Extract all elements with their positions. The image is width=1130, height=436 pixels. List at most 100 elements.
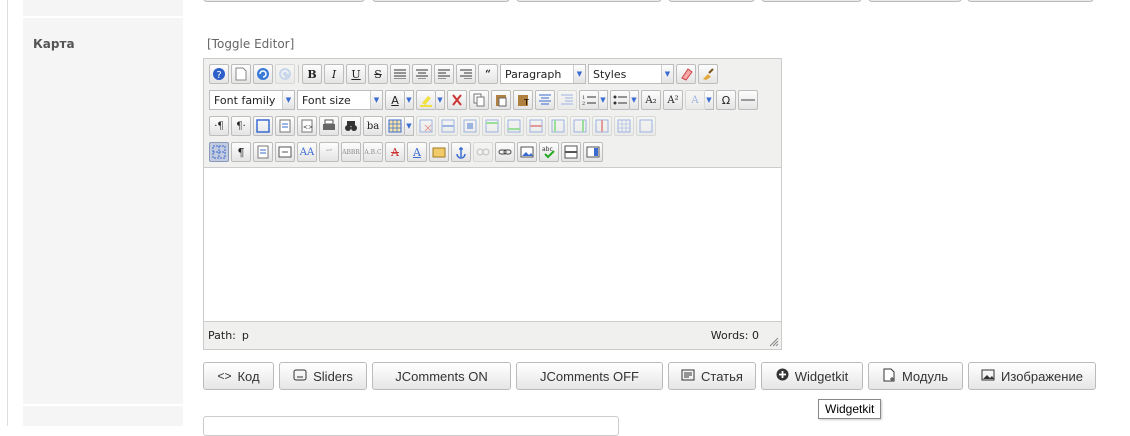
horizontal-rule-icon[interactable] [738, 90, 758, 110]
insert-row-before-icon[interactable] [482, 116, 502, 136]
help-icon[interactable]: ? [209, 64, 229, 84]
chevron-down-icon[interactable]: ▼ [405, 116, 414, 136]
align-center-icon[interactable] [412, 64, 432, 84]
cite-icon[interactable]: “” [319, 142, 339, 162]
toggle-editor-link[interactable]: [Toggle Editor] [207, 37, 294, 51]
path-value[interactable]: p [242, 329, 249, 342]
row-props-icon[interactable] [438, 116, 458, 136]
undo-icon[interactable] [253, 64, 273, 84]
jcomments-on-button[interactable]: JComments ON [372, 362, 511, 390]
font-size-select[interactable]: Font size ▼ [297, 90, 383, 110]
chevron-down-icon[interactable]: ▼ [705, 90, 714, 110]
format-select-value: Paragraph [505, 67, 562, 81]
insert-layer-icon[interactable] [275, 142, 295, 162]
insert-row-after-icon[interactable] [504, 116, 524, 136]
underline-icon[interactable]: U [346, 64, 366, 84]
acronym-icon[interactable]: A.B.C [363, 142, 383, 162]
jcomments-off-button[interactable]: JComments OFF [516, 362, 663, 390]
eraser-icon[interactable] [676, 64, 696, 84]
chevron-down-icon[interactable]: ▼ [405, 90, 414, 110]
superscript-icon[interactable]: A² [663, 90, 683, 110]
spellcheck-icon[interactable]: abc [539, 142, 559, 162]
next-field-input[interactable] [203, 416, 619, 436]
insertion-icon[interactable]: A [407, 142, 427, 162]
outdent-icon[interactable] [557, 90, 577, 110]
insert-col-after-icon[interactable] [570, 116, 590, 136]
attributes-icon[interactable] [429, 142, 449, 162]
spell-replace-icon[interactable]: ba [363, 116, 383, 136]
paste-icon[interactable] [491, 90, 511, 110]
paste-text-icon[interactable]: T [513, 90, 533, 110]
cell-props-icon[interactable] [460, 116, 480, 136]
blockquote-icon[interactable]: “ [478, 64, 498, 84]
text-color-icon[interactable]: A [385, 90, 405, 110]
cleanup-brush-icon[interactable] [698, 64, 718, 84]
style-props-icon[interactable]: AA [297, 142, 317, 162]
styles-select[interactable]: Styles ▼ [588, 64, 674, 84]
link-icon[interactable] [495, 142, 515, 162]
sliders-button[interactable]: Sliders [279, 362, 367, 390]
readmore-icon[interactable] [583, 142, 603, 162]
print-icon[interactable] [319, 116, 339, 136]
widgetkit-button[interactable]: Widgetkit [761, 362, 863, 390]
split-cells-icon[interactable] [614, 116, 634, 136]
prev-row-button[interactable] [967, 0, 1094, 2]
chevron-down-icon[interactable]: ▼ [599, 90, 608, 110]
new-document-icon[interactable] [231, 64, 251, 84]
chevron-down-icon[interactable]: ▼ [630, 90, 639, 110]
special-format-icon[interactable]: A [685, 90, 705, 110]
prev-row-button[interactable] [868, 0, 962, 2]
table-insert-icon[interactable] [385, 116, 405, 136]
code-button[interactable]: <> Код [203, 362, 274, 390]
deletion-icon[interactable]: A [385, 142, 405, 162]
paste-word-icon[interactable] [535, 90, 555, 110]
align-left-icon[interactable] [434, 64, 454, 84]
page-break-icon[interactable] [561, 142, 581, 162]
align-right-icon[interactable] [456, 64, 476, 84]
anchor-icon[interactable] [451, 142, 471, 162]
ltr-direction-icon[interactable]: ·¶ [209, 116, 229, 136]
bold-icon[interactable]: B [302, 64, 322, 84]
bullet-list-icon[interactable] [610, 90, 630, 110]
resize-handle-icon[interactable] [769, 337, 779, 347]
subscript-icon[interactable]: A₂ [641, 90, 661, 110]
rtl-direction-icon[interactable]: ¶· [231, 116, 251, 136]
chevron-down-icon[interactable]: ▼ [436, 90, 445, 110]
merge-cells-icon[interactable] [636, 116, 656, 136]
insert-col-before-icon[interactable] [548, 116, 568, 136]
toolbar-separator [298, 65, 299, 83]
article-button[interactable]: Статья [668, 362, 756, 390]
numbered-list-icon[interactable]: 12 [579, 90, 599, 110]
align-justify-icon[interactable] [390, 64, 410, 84]
template-icon[interactable] [275, 116, 295, 136]
font-family-select[interactable]: Font family ▼ [209, 90, 295, 110]
prev-row-button[interactable] [516, 0, 662, 2]
redo-icon[interactable] [275, 64, 295, 84]
italic-icon[interactable]: I [324, 64, 344, 84]
prev-row-button[interactable] [372, 0, 510, 2]
image-button[interactable]: Изображение [968, 362, 1096, 390]
html-source-icon[interactable]: <> [297, 116, 317, 136]
copy-icon[interactable] [469, 90, 489, 110]
special-char-omega-icon[interactable]: Ω [716, 90, 736, 110]
insert-image-icon[interactable] [517, 142, 537, 162]
cut-icon[interactable] [447, 90, 467, 110]
fullscreen-icon[interactable] [253, 116, 273, 136]
insert-file-icon[interactable] [253, 142, 273, 162]
delete-row-icon[interactable] [526, 116, 546, 136]
highlight-color-icon[interactable] [416, 90, 436, 110]
format-select[interactable]: Paragraph ▼ [500, 64, 586, 84]
unlink-icon[interactable] [473, 142, 493, 162]
module-button[interactable]: Модуль [868, 362, 963, 390]
visual-aid-icon[interactable] [209, 142, 229, 162]
prev-row-button[interactable] [761, 0, 862, 2]
abbreviation-icon[interactable]: ABBR [341, 142, 361, 162]
prev-row-button[interactable] [203, 0, 365, 2]
show-blocks-icon[interactable]: ¶ [231, 142, 251, 162]
editor-content-area[interactable] [204, 167, 781, 322]
delete-table-icon[interactable] [416, 116, 436, 136]
prev-row-button[interactable] [668, 0, 755, 2]
strikethrough-icon[interactable]: S [368, 64, 388, 84]
find-replace-binoculars-icon[interactable] [341, 116, 361, 136]
delete-col-icon[interactable] [592, 116, 612, 136]
